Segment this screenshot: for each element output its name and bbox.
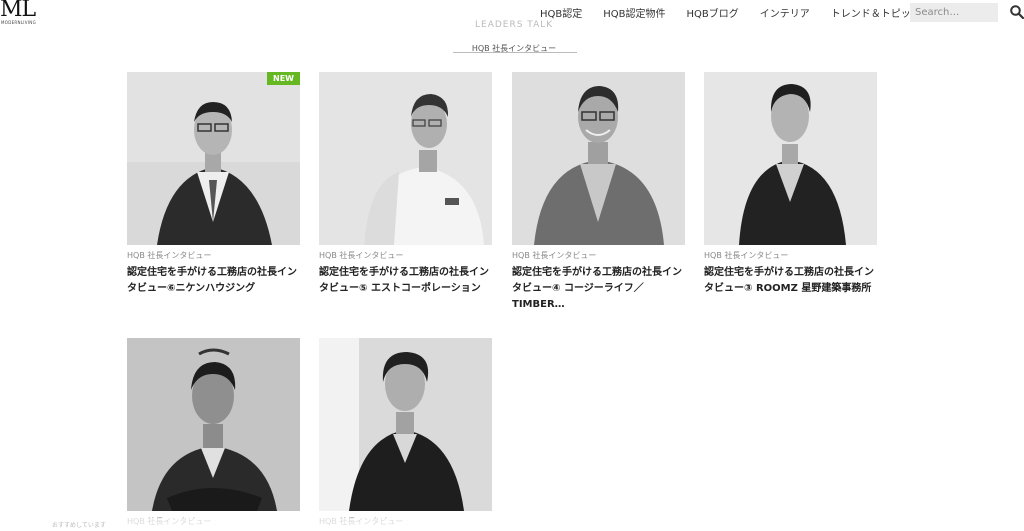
article-thumbnail[interactable]: NEW [127, 72, 300, 245]
article-category[interactable]: HQB 社長インタビュー [512, 250, 685, 261]
nav-item-hqb-blog[interactable]: HQBブログ [687, 5, 739, 20]
section-heading-faded: LEADERS TALK [475, 20, 554, 30]
main-nav: HQB認定 HQB認定物件 HQBブログ インテリア トレンド＆トピックス [540, 5, 952, 20]
portrait-photo [704, 72, 877, 245]
section-title-divider [453, 52, 577, 53]
bottom-overlay [0, 518, 1024, 525]
article-title[interactable]: 認定住宅を手がける工務店の社長インタビュー⑥ニケンハウジング [127, 265, 300, 297]
article-thumbnail[interactable] [704, 72, 877, 245]
search-input[interactable] [910, 3, 998, 22]
article-title[interactable]: 認定住宅を手がける工務店の社長インタビュー③ ROOMZ 星野建築事務所 [704, 265, 877, 297]
article-thumbnail[interactable] [512, 72, 685, 245]
article-category[interactable]: HQB 社長インタビュー [127, 250, 300, 261]
article-card[interactable]: HQB 社長インタビュー 認定住宅を手がける工務店の社長インタビュー④ コージー… [512, 72, 685, 313]
site-logo-subtitle: MODERNLIVING [1, 20, 36, 25]
portrait-photo [127, 72, 300, 245]
article-card[interactable]: HQB 社長インタビュー 認定住宅を手がける工務店の社長インタビュー⑤ エストコ… [319, 72, 492, 297]
portrait-photo [127, 338, 300, 511]
article-thumbnail[interactable] [127, 338, 300, 511]
nav-item-hqb-properties[interactable]: HQB認定物件 [603, 5, 665, 20]
new-badge: NEW [267, 72, 300, 85]
article-title[interactable]: 認定住宅を手がける工務店の社長インタビュー④ コージーライフ／TIMBER… [512, 265, 685, 313]
site-logo[interactable]: ML [0, 0, 36, 21]
portrait-photo [319, 338, 492, 511]
article-thumbnail[interactable] [319, 72, 492, 245]
portrait-photo [512, 72, 685, 245]
article-card[interactable]: HQB 社長インタビュー 認定住宅を手がける工務店の社長インタビュー③ ROOM… [704, 72, 877, 297]
search-icon[interactable] [1010, 5, 1024, 19]
nav-item-hqb-certified[interactable]: HQB認定 [540, 5, 582, 20]
article-title[interactable]: 認定住宅を手がける工務店の社長インタビュー⑤ エストコーポレーション [319, 265, 492, 297]
article-card[interactable]: HQB 社長インタビュー [127, 338, 300, 531]
article-card[interactable]: HQB 社長インタビュー [319, 338, 492, 531]
article-category[interactable]: HQB 社長インタビュー [704, 250, 877, 261]
nav-item-interior[interactable]: インテリア [760, 5, 810, 20]
portrait-photo [319, 72, 492, 245]
article-category[interactable]: HQB 社長インタビュー [319, 250, 492, 261]
article-card[interactable]: NEW HQB 社長インタビュー 認定住宅を手がける工務店の社長インタビュー⑥ニ… [127, 72, 300, 297]
article-thumbnail[interactable] [319, 338, 492, 511]
